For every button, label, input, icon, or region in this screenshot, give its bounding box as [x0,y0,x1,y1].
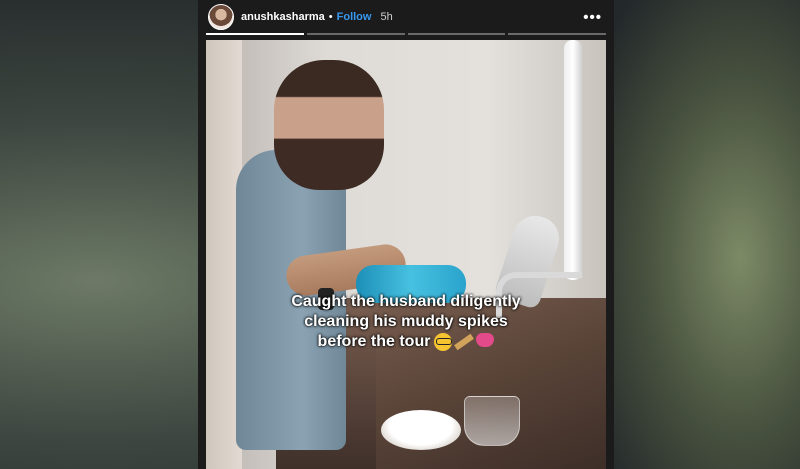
glass-of-water [464,396,520,446]
story-header: anushkasharma • Follow 5h ••• [198,0,614,34]
story-caption: Caught the husband diligently cleaning h… [206,292,606,352]
person-head [274,60,384,190]
white-bowl [381,410,461,450]
blurred-backdrop-right [600,0,800,469]
progress-segment [306,33,405,35]
caption-line: cleaning his muddy spikes [304,313,508,330]
progress-segment [206,33,304,35]
caption-line: before the tour [206,332,606,352]
story-photo[interactable] [206,40,606,469]
progress-segment [407,33,506,35]
username[interactable]: anushkasharma [241,11,325,23]
post-time: 5h [380,11,393,23]
progress-segment [508,33,606,35]
pink-heart-icon [476,332,495,347]
caption-line-text: before the tour [317,333,431,350]
separator-dot: • [328,11,333,23]
caption-line: Caught the husband diligently [291,293,521,310]
instagram-story: anushkasharma • Follow 5h ••• Caught the… [198,0,614,469]
avatar[interactable] [208,4,234,30]
story-progress-bar [206,33,606,35]
more-options-icon[interactable]: ••• [583,9,602,26]
mirror-light [564,40,582,280]
follow-button[interactable]: Follow [337,11,372,23]
emoji-row [434,332,495,351]
nerd-face-icon [434,332,453,351]
cricket-bat-icon [454,333,475,350]
